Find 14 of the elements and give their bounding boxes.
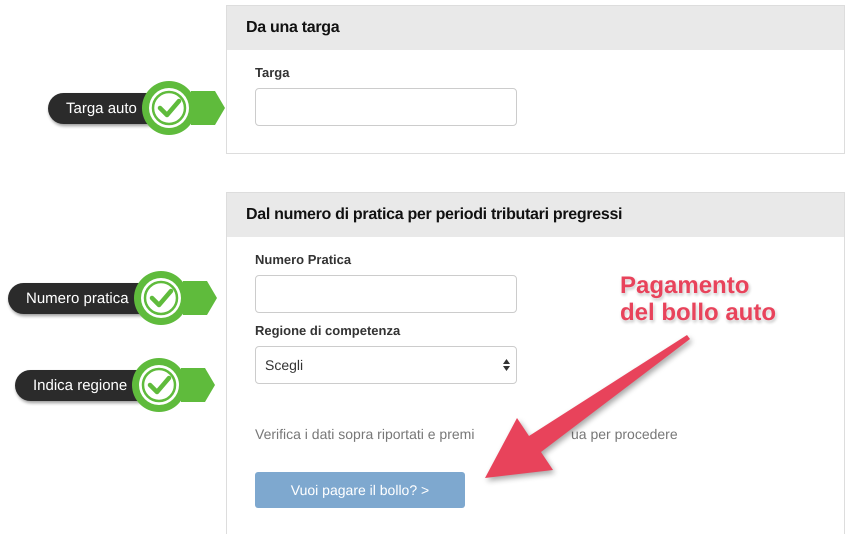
instruction-text: ua per procedere <box>571 426 679 442</box>
field-label: Regione di competenza <box>255 323 402 338</box>
input-field[interactable] <box>255 275 517 313</box>
input-field[interactable] <box>255 88 517 126</box>
field-label: Numero Pratica <box>255 252 352 267</box>
instruction-text: Verifica i dati sopra riportati e premi <box>255 426 476 442</box>
check-badge-icon <box>132 269 219 327</box>
check-badge-icon <box>131 356 218 414</box>
section-title: Da una targa <box>246 19 340 37</box>
select-field[interactable]: Scegli <box>255 346 517 384</box>
annotation-text: Pagamento del bollo auto <box>620 272 776 326</box>
field-label: Targa <box>255 65 290 80</box>
updown-icon <box>503 359 510 371</box>
section-title: Dal numero di pratica per periodi tributari pregressi <box>246 206 622 224</box>
